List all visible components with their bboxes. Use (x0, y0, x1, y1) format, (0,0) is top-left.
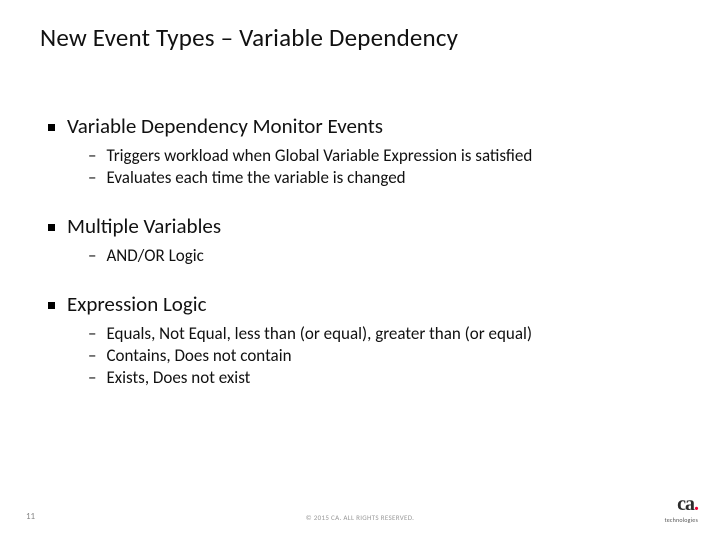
logo-dot-icon: . (694, 493, 698, 515)
copyright-text: © 2015 CA. ALL RIGHTS RESERVED. (306, 513, 415, 522)
section-heading-text: Expression Logic (67, 291, 206, 317)
dash-icon: – (88, 145, 96, 167)
dash-icon: – (88, 245, 96, 267)
sub-list: – Equals, Not Equal, less than (or equal… (48, 323, 680, 389)
section-heading: Variable Dependency Monitor Events (48, 113, 680, 139)
list-item: – Triggers workload when Global Variable… (88, 145, 680, 167)
list-item: – AND/OR Logic (88, 245, 680, 267)
slide: New Event Types – Variable Dependency Va… (0, 0, 720, 540)
section: Expression Logic – Equals, Not Equal, le… (48, 291, 680, 389)
section: Multiple Variables – AND/OR Logic (48, 213, 680, 267)
section-heading: Expression Logic (48, 291, 680, 317)
list-item: – Equals, Not Equal, less than (or equal… (88, 323, 680, 345)
square-bullet-icon (48, 224, 55, 231)
page-title: New Event Types – Variable Dependency (40, 22, 680, 53)
list-item-text: Contains, Does not contain (106, 345, 291, 367)
logo-text: ca (677, 493, 694, 515)
footer: 11 © 2015 CA. ALL RIGHTS RESERVED. ca. t… (0, 496, 720, 526)
dash-icon: – (88, 167, 96, 189)
list-item-text: Triggers workload when Global Variable E… (106, 145, 532, 167)
dash-icon: – (88, 367, 96, 389)
list-item: – Evaluates each time the variable is ch… (88, 167, 680, 189)
list-item: – Contains, Does not contain (88, 345, 680, 367)
square-bullet-icon (48, 302, 55, 309)
section-heading: Multiple Variables (48, 213, 680, 239)
list-item-text: Evaluates each time the variable is chan… (106, 167, 405, 189)
sub-list: – AND/OR Logic (48, 245, 680, 267)
list-item-text: Exists, Does not exist (106, 367, 250, 389)
section-heading-text: Variable Dependency Monitor Events (67, 113, 383, 139)
square-bullet-icon (48, 124, 55, 131)
logo-subtext: technologies (665, 516, 698, 524)
content-body: Variable Dependency Monitor Events – Tri… (40, 113, 680, 390)
sub-list: – Triggers workload when Global Variable… (48, 145, 680, 189)
dash-icon: – (88, 345, 96, 367)
logo-main: ca. (677, 496, 698, 515)
section-heading-text: Multiple Variables (67, 213, 221, 239)
list-item-text: Equals, Not Equal, less than (or equal),… (106, 323, 532, 345)
list-item-text: AND/OR Logic (106, 245, 203, 267)
list-item: – Exists, Does not exist (88, 367, 680, 389)
ca-logo: ca. technologies (665, 496, 698, 524)
section: Variable Dependency Monitor Events – Tri… (48, 113, 680, 189)
dash-icon: – (88, 323, 96, 345)
page-number: 11 (26, 511, 35, 522)
